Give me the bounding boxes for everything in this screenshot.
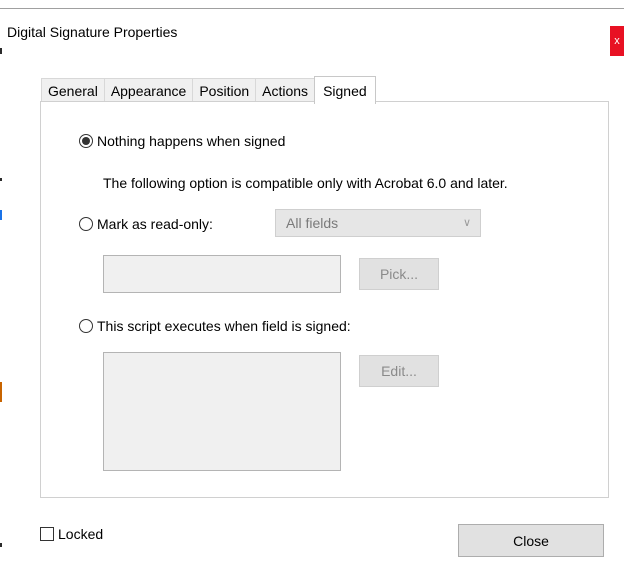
radio-script-executes[interactable]: This script executes when field is signe… bbox=[79, 318, 351, 334]
tab-position[interactable]: Position bbox=[192, 78, 257, 103]
script-preview-box[interactable] bbox=[103, 352, 341, 471]
radio-nothing-happens[interactable]: Nothing happens when signed bbox=[79, 133, 285, 149]
window-edge-marker bbox=[0, 382, 2, 402]
radio-mark-read-only-label[interactable]: Mark as read-only: bbox=[97, 216, 213, 232]
tab-actions[interactable]: Actions bbox=[255, 78, 316, 103]
radio-nothing-happens-label[interactable]: Nothing happens when signed bbox=[97, 133, 285, 149]
locked-checkbox[interactable] bbox=[40, 527, 54, 541]
close-button[interactable]: Close bbox=[458, 524, 604, 557]
field-list-box[interactable] bbox=[103, 255, 341, 293]
window-edge-marker bbox=[0, 178, 2, 181]
pick-button[interactable]: Pick... bbox=[359, 258, 439, 290]
dialog-title: Digital Signature Properties bbox=[7, 24, 178, 40]
compatibility-note: The following option is compatible only … bbox=[103, 175, 508, 191]
chevron-down-icon: ∨ bbox=[462, 217, 471, 229]
tab-signed[interactable]: Signed bbox=[314, 76, 376, 104]
radio-checked-icon[interactable] bbox=[79, 134, 93, 148]
signed-tab-panel: Nothing happens when signed The followin… bbox=[40, 101, 609, 498]
fields-select-value: All fields bbox=[286, 215, 339, 231]
window-edge-marker bbox=[0, 543, 2, 547]
tab-strip: General Appearance Position Actions Sign… bbox=[41, 76, 376, 104]
fields-select[interactable]: All fields ∨ bbox=[275, 209, 481, 237]
window-edge-marker bbox=[0, 210, 2, 220]
window-edge-marker bbox=[0, 48, 2, 54]
radio-script-executes-label[interactable]: This script executes when field is signe… bbox=[97, 318, 351, 334]
dialog-titlebar: Digital Signature Properties x bbox=[0, 8, 624, 57]
edit-button[interactable]: Edit... bbox=[359, 355, 439, 387]
radio-unchecked-icon[interactable] bbox=[79, 217, 93, 231]
tab-appearance[interactable]: Appearance bbox=[103, 78, 194, 103]
close-window-icon[interactable]: x bbox=[610, 26, 624, 56]
locked-checkbox-row[interactable]: Locked bbox=[40, 526, 103, 542]
locked-label[interactable]: Locked bbox=[58, 526, 103, 542]
tab-general[interactable]: General bbox=[41, 78, 105, 103]
radio-unchecked-icon[interactable] bbox=[79, 319, 93, 333]
radio-mark-read-only[interactable]: Mark as read-only: bbox=[79, 216, 213, 232]
